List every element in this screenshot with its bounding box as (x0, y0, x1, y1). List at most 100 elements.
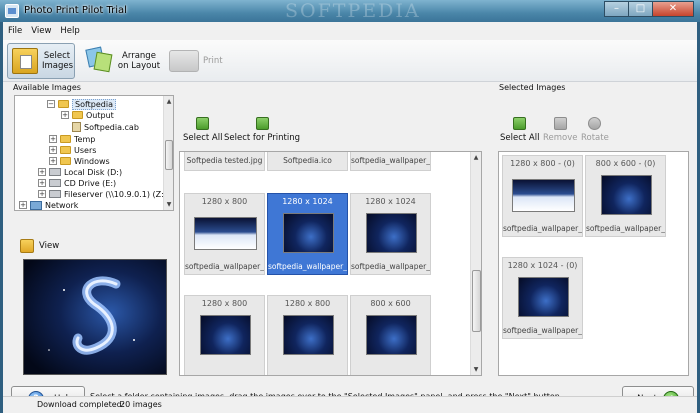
image-preview (23, 259, 167, 375)
print-label: Print (203, 56, 223, 66)
thumbnail-image (512, 179, 575, 212)
tree-item-output[interactable]: + Output (61, 109, 114, 121)
expand-icon[interactable]: + (49, 146, 57, 154)
selected-images-grid[interactable]: 1280 x 800 - (0) softpedia_wallpaper_...… (498, 151, 689, 376)
scroll-down-icon[interactable]: ▼ (165, 200, 173, 209)
expand-icon[interactable]: + (19, 201, 27, 209)
select-all-label: Select All (183, 133, 223, 143)
scroll-up-icon[interactable]: ▲ (472, 153, 480, 162)
thumbnail-dimensions: 1280 x 800 (284, 299, 331, 308)
arrange-on-layout-button[interactable]: Arrange on Layout (83, 43, 165, 79)
expand-icon[interactable]: + (49, 157, 57, 165)
expand-icon[interactable]: + (38, 168, 46, 176)
arrange-on-layout-label: Arrange on Layout (117, 51, 161, 71)
app-client: File View Help Select Images Arrange on … (3, 22, 697, 413)
print-button[interactable]: Print (165, 43, 229, 79)
download-count: 20 images (120, 400, 162, 409)
minimize-button[interactable]: – (604, 1, 629, 17)
expand-icon[interactable]: + (49, 135, 57, 143)
file-icon (72, 122, 81, 132)
view-label: View (39, 241, 60, 251)
select-for-printing-label: Select for Printing (224, 133, 301, 143)
image-thumbnail[interactable]: 1280 x 1024 softpedia_wallpaper_... (350, 193, 431, 275)
scroll-up-icon[interactable]: ▲ (165, 97, 173, 106)
select-all-button[interactable]: Select All (183, 117, 222, 143)
menu-help[interactable]: Help (60, 26, 79, 36)
maximize-button[interactable]: □ (628, 1, 653, 17)
image-thumbnail-selected[interactable]: 1280 x 1024 softpedia_wallpaper_... (267, 193, 348, 275)
menu-view[interactable]: View (31, 26, 51, 36)
available-images-grid[interactable]: Softpedia tested.jpg Softpedia.ico softp… (179, 151, 482, 376)
thumbnail-name: softpedia_wallpaper_... (503, 224, 582, 233)
image-thumbnail[interactable]: softpedia_wallpaper_... (350, 152, 431, 171)
thumbnail-name: softpedia_wallpaper_... (351, 262, 430, 271)
tree-item-label: Softpedia.cab (84, 122, 139, 132)
title-bar: Photo Print Pilot Trial SOFTPEDIA – □ ✕ (0, 0, 700, 22)
selected-select-all-button[interactable]: Select All (500, 117, 539, 143)
collapse-icon[interactable]: − (47, 100, 55, 108)
select-images-button[interactable]: Select Images (7, 43, 75, 79)
folder-icon (58, 100, 69, 108)
download-status-label: Download completed: (37, 400, 125, 409)
expand-icon[interactable]: + (38, 190, 46, 198)
thumbnail-name: Softpedia tested.jpg (186, 156, 263, 165)
expand-icon[interactable]: + (61, 111, 69, 119)
tree-item-label: Temp (74, 134, 96, 144)
tree-item-softpedia-cab[interactable]: Softpedia.cab (72, 121, 139, 133)
grid-scroll-thumb[interactable] (472, 270, 481, 332)
image-thumbnail[interactable]: Softpedia.ico (267, 152, 348, 171)
thumbnail-dimensions: 1280 x 1024 (365, 197, 416, 206)
thumbnail-name: softpedia_wallpaper_... (503, 326, 582, 335)
select-for-printing-icon (255, 117, 269, 130)
scroll-down-icon[interactable]: ▼ (472, 365, 480, 374)
tree-item-label: Local Disk (D:) (64, 167, 123, 177)
selected-image-thumbnail[interactable]: 1280 x 800 - (0) softpedia_wallpaper_... (502, 155, 583, 237)
thumbnail-dimensions: 1280 x 800 (201, 299, 248, 308)
window-controls: – □ ✕ (604, 1, 694, 17)
image-thumbnail[interactable]: 1280 x 800 (267, 295, 348, 375)
drive-icon (49, 168, 61, 176)
image-thumbnail[interactable]: 1280 x 800 (184, 295, 265, 375)
select-for-printing-button[interactable]: Select for Printing (224, 117, 300, 143)
cd-drive-icon (49, 179, 61, 187)
thumbnail-name: softpedia_wallpaper_... (351, 156, 430, 165)
thumbnail-name: Softpedia.ico (283, 156, 332, 165)
tree-item-network[interactable]: + Network (19, 199, 79, 210)
folder-tree[interactable]: − Softpedia + Output Softpedia.cab + Tem… (14, 95, 174, 211)
select-all-icon (513, 117, 527, 130)
thumbnail-name: softpedia_wallpaper_... (185, 262, 264, 271)
expand-icon[interactable]: + (38, 179, 46, 187)
image-thumbnail[interactable]: 1280 x 800 softpedia_wallpaper_... (184, 193, 265, 275)
select-all-label: Select All (500, 133, 540, 143)
rotate-label: Rotate (581, 133, 609, 143)
image-thumbnail[interactable]: Softpedia tested.jpg (184, 152, 265, 171)
selected-image-thumbnail[interactable]: 1280 x 1024 - (0) softpedia_wallpaper_..… (502, 257, 583, 339)
close-button[interactable]: ✕ (652, 1, 694, 17)
thumbnail-image (366, 213, 417, 253)
toolbar: Select Images Arrange on Layout Print (3, 40, 697, 82)
thumbnail-dimensions: 1280 x 1024 (282, 197, 333, 206)
grid-scrollbar[interactable]: ▲ ▼ (470, 152, 481, 375)
thumbnail-name: softpedia_wallpaper_... (268, 262, 347, 271)
tree-scrollbar[interactable]: ▲ ▼ (163, 96, 173, 210)
folder-icon (72, 111, 83, 119)
rotate-button[interactable]: Rotate (581, 117, 609, 143)
tree-item-label: Output (86, 110, 114, 120)
remove-button[interactable]: Remove (543, 117, 578, 143)
tree-item-label: Softpedia (72, 98, 116, 110)
network-icon (30, 200, 42, 210)
thumbnail-dimensions: 1280 x 1024 - (0) (507, 261, 578, 270)
thumbnail-dimensions: 1280 x 800 - (0) (510, 159, 575, 168)
image-thumbnail[interactable]: 800 x 600 (350, 295, 431, 375)
window-title: Photo Print Pilot Trial (24, 5, 127, 16)
folder-icon (60, 135, 71, 143)
view-button[interactable]: View (20, 239, 59, 253)
thumbnail-dimensions: 1280 x 800 (201, 197, 248, 206)
menu-file[interactable]: File (8, 26, 22, 36)
tree-scroll-thumb[interactable] (165, 140, 173, 170)
selected-image-thumbnail[interactable]: 800 x 600 - (0) softpedia_wallpaper_... (585, 155, 666, 237)
menu-bar: File View Help (3, 22, 697, 40)
tree-item-label: Network (45, 200, 79, 210)
thumbnail-dimensions: 800 x 600 (370, 299, 411, 308)
thumbnail-image (194, 217, 257, 250)
